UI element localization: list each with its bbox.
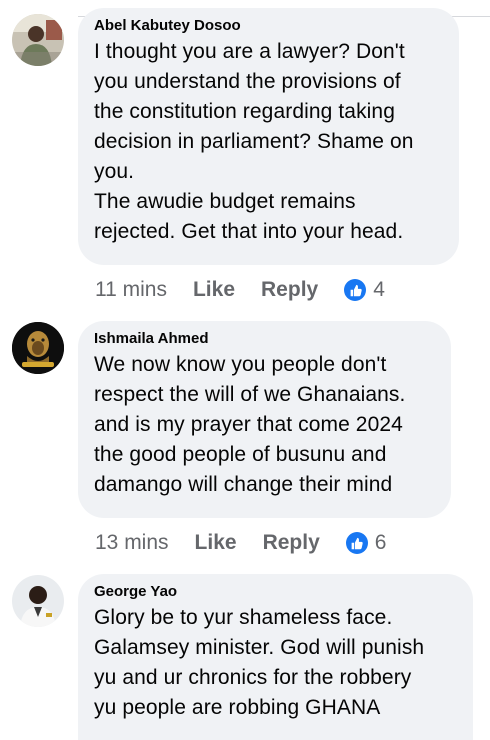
- comment-actions: 13 mins Like Reply 6: [95, 529, 386, 557]
- comment-text: We now know you people don't respect the…: [94, 353, 406, 496]
- comment-timestamp[interactable]: 13 mins: [95, 531, 169, 555]
- like-button[interactable]: Like: [193, 278, 235, 302]
- comment-bubble: George Yao Glory be to yur shameless fac…: [78, 574, 473, 740]
- comment-bubble: Abel Kabutey Dosoo I thought you are a l…: [78, 8, 459, 265]
- reply-button[interactable]: Reply: [261, 278, 318, 302]
- comment-author[interactable]: Abel Kabutey Dosoo: [94, 16, 441, 36]
- reaction-count[interactable]: 6: [375, 531, 387, 555]
- comment-timestamp[interactable]: 11 mins: [95, 278, 167, 302]
- thumbs-up-icon[interactable]: [344, 279, 367, 301]
- comment-author[interactable]: George Yao: [94, 582, 455, 602]
- like-button[interactable]: Like: [195, 531, 237, 555]
- comment-bubble: Ishmaila Ahmed We now know you people do…: [78, 321, 451, 518]
- comment-text: I thought you are a lawyer? Don't you un…: [94, 40, 414, 243]
- comment-author[interactable]: Ishmaila Ahmed: [94, 329, 433, 349]
- avatar[interactable]: [12, 322, 64, 374]
- avatar[interactable]: [12, 575, 64, 627]
- reply-button[interactable]: Reply: [263, 531, 320, 555]
- avatar[interactable]: [12, 14, 64, 66]
- reaction-count[interactable]: 4: [373, 278, 385, 302]
- thumbs-up-icon[interactable]: [345, 532, 368, 554]
- comment-text: Glory be to yur shameless face. Galamsey…: [94, 606, 425, 719]
- comment-actions: 11 mins Like Reply 4: [95, 276, 385, 304]
